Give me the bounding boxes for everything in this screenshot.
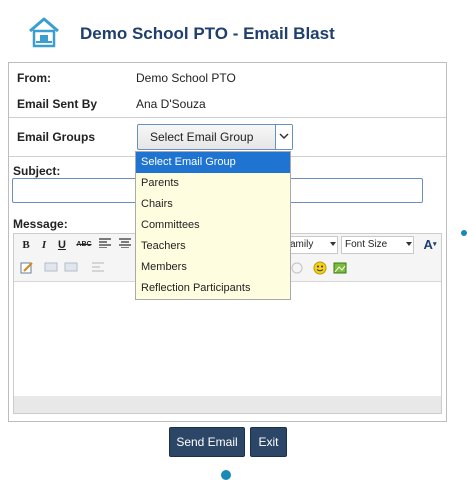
italic-button[interactable]: I: [38, 237, 50, 253]
divider: [9, 117, 446, 118]
align-center-icon[interactable]: [118, 237, 132, 253]
font-color-button[interactable]: A▾: [420, 237, 440, 253]
header: Demo School PTO - Email Blast: [0, 0, 467, 66]
decorative-dot: [461, 230, 467, 236]
chevron-down-icon[interactable]: [275, 125, 292, 149]
font-family-value: amily: [290, 239, 314, 250]
sent-by-label: Email Sent By: [17, 97, 98, 111]
font-family-select[interactable]: amily: [286, 236, 338, 254]
email-group-dropdown-list: Select Email Group Parents Chairs Commit…: [135, 151, 291, 300]
chevron-down-icon: [330, 242, 336, 246]
email-groups-label: Email Groups: [17, 130, 96, 144]
font-size-select[interactable]: Font Size: [341, 236, 414, 254]
edit-source-icon[interactable]: [20, 261, 34, 277]
bold-button[interactable]: B: [20, 237, 32, 253]
dropdown-option[interactable]: Select Email Group: [136, 152, 290, 173]
chevron-down-icon: [406, 242, 412, 246]
from-label: From:: [17, 71, 51, 85]
dropdown-option[interactable]: Teachers: [136, 236, 290, 257]
table-icon[interactable]: [44, 261, 58, 277]
special-char-icon[interactable]: [290, 261, 304, 277]
insert-image-icon[interactable]: [332, 261, 348, 277]
list-icon[interactable]: [90, 261, 106, 277]
strikethrough-button[interactable]: ABC: [75, 237, 93, 253]
editor-status-bar: [14, 396, 441, 413]
school-house-icon: [27, 16, 61, 50]
email-group-selected-value: Select Email Group: [150, 130, 254, 144]
page-title: Demo School PTO - Email Blast: [80, 24, 335, 43]
font-size-value: Font Size: [345, 239, 388, 250]
decorative-dot: [221, 470, 231, 480]
subject-label: Subject:: [13, 164, 61, 178]
sent-by-value: Ana D'Souza: [136, 97, 206, 111]
font-color-label: A: [423, 237, 433, 252]
message-label: Message:: [13, 217, 68, 231]
dropdown-option[interactable]: Parents: [136, 173, 290, 194]
align-left-icon[interactable]: [98, 237, 112, 253]
smiley-icon[interactable]: [312, 261, 328, 277]
email-group-select[interactable]: Select Email Group: [137, 124, 293, 150]
exit-button[interactable]: Exit: [250, 427, 287, 457]
from-value: Demo School PTO: [136, 71, 236, 85]
image-icon[interactable]: [64, 261, 78, 277]
dropdown-option[interactable]: Chairs: [136, 194, 290, 215]
dropdown-option[interactable]: Committees: [136, 215, 290, 236]
underline-button[interactable]: U: [56, 237, 68, 253]
dropdown-option[interactable]: Reflection Participants: [136, 278, 290, 299]
send-email-button[interactable]: Send Email: [169, 427, 245, 457]
dropdown-option[interactable]: Members: [136, 257, 290, 278]
